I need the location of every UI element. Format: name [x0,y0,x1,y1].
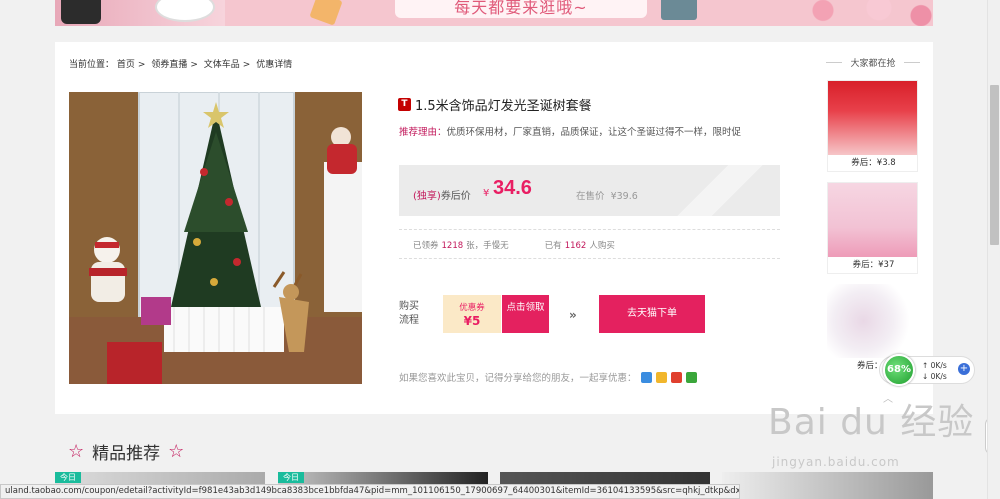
breadcrumb-item-current: 优惠详情 [256,60,293,70]
breadcrumb-item-home[interactable]: 首页 [117,60,135,70]
reason-label: 推荐理由： [399,127,447,138]
buyers-count: 1162 [564,241,587,251]
price-label: (独享)券后价 [413,187,471,202]
wechat-icon[interactable] [685,371,697,383]
recommend-title: 精品推荐 [92,444,161,464]
star-icon: ☆ [168,441,185,462]
product-title: T 1.5米含饰品灯发光圣诞树套餐 [398,95,592,114]
price-box-stripe [660,165,780,216]
share-text: 如果您喜欢此宝贝，记得分享给您的朋友，一起享优惠： [399,373,637,384]
coupons-claimed-label: 已领券 [413,241,439,251]
upload-speed-value: 0K/s [930,361,947,370]
download-speed: ↓ 0K/s [922,372,947,381]
share-row: 如果您喜欢此宝贝，记得分享给您的朋友，一起享优惠： [399,370,697,384]
banner-shirt-image [309,0,343,26]
breadcrumb: 当前位置： 首页 > 领券直播 > 文体车品 > 优惠详情 [69,57,292,70]
today-tag: 今日 [55,472,81,483]
currency-symbol: ¥ [483,188,490,199]
recommend-card[interactable] [722,472,933,499]
breadcrumb-separator: > [190,60,198,70]
price-box: (独享)券后价 ¥ 34.6 在售价 ¥39.6 [399,165,780,216]
breadcrumb-prefix: 当前位置： [69,60,115,70]
download-speed-value: 0K/s [930,372,947,381]
breadcrumb-item-live[interactable]: 领券直播 [151,60,187,70]
vertical-scrollbar[interactable] [987,0,1000,499]
qq-share-icon[interactable] [655,371,667,383]
buyers-suffix: 人购买 [589,241,615,251]
product-title-text: 1.5米含饰品灯发光圣诞树套餐 [415,99,592,114]
plus-icon[interactable]: + [958,363,970,375]
coupons-claimed-suffix: 张，手慢无 [466,241,509,251]
original-price: 在售价 ¥39.6 [576,188,638,202]
product-image[interactable] [69,92,362,384]
sales-stats: 已领券 1218 张，手慢无 已有 1162 人购买 [413,239,615,251]
today-tag: 今日 [278,472,304,483]
tmall-icon: T [398,98,411,111]
reason-text: 优质环保用材，厂家直销，品质保证，让这个圣诞过得不一样，限时促 [446,127,742,138]
sidebar-item-image [828,81,917,155]
double-arrow-icon: » [569,308,577,322]
sidebar-item-image [827,284,918,358]
tmall-order-button[interactable]: 去天猫下单 [599,295,705,333]
qzone-icon[interactable] [640,371,652,383]
star-icon: ☆ [68,441,85,462]
divider [399,229,780,230]
upload-speed: ↑ 0K/s [922,361,947,370]
sidebar-item-price: 券后：¥37 [852,260,895,270]
coupon-title: 优惠券 [459,303,485,313]
breadcrumb-item-category[interactable]: 文体车品 [204,60,240,70]
memory-percent[interactable]: 68% [883,354,915,386]
baidu-watermark-url: jingyan.baidu.com [772,455,900,469]
purchase-flow-label: 购买流程 [399,301,419,326]
coupon-price: 34.6 [493,177,532,199]
sidebar-title: 大家都在抢 [826,56,920,69]
divider [399,258,780,259]
sidebar-item-price: 券后：¥3.8 [851,158,896,168]
weibo-icon[interactable] [670,371,682,383]
coupon-card: 优惠券 ¥5 [443,295,501,333]
banner-pants-image [661,0,697,20]
buyers-label: 已有 [544,241,562,251]
exclusive-label: (独享) [413,191,441,202]
top-banner[interactable]: 每天都要来逛哦~ [55,0,933,26]
coupons-claimed-count: 1218 [441,241,464,251]
original-price-label: 在售价 [576,191,605,202]
recommend-heading: ☆ 精品推荐 ☆ [60,439,192,464]
sidebar-item[interactable]: 券后：¥3.8 [827,80,918,172]
original-price-value: ¥39.6 [610,191,638,202]
claim-coupon-button[interactable]: 点击领取 [502,295,549,333]
sidebar-item[interactable]: 券后：¥37 [827,182,918,274]
breadcrumb-separator: > [137,60,146,70]
banner-bag-image [61,0,101,24]
christmas-tree-photo [69,92,362,384]
coupon-value: ¥5 [463,314,481,328]
sidebar-item-image [828,183,917,257]
scrollbar-thumb[interactable] [990,85,999,245]
baidu-watermark: Bai du 经验 [768,402,975,443]
coupon-price-label: 券后价 [440,191,471,202]
banner-flowers-image [795,0,933,26]
recommend-reason: 推荐理由：优质环保用材，厂家直销，品质保证，让这个圣诞过得不一样，限时促 [399,124,741,138]
banner-text: 每天都要来逛哦~ [454,0,588,17]
status-bar-url: uland.taobao.com/coupon/edetail?activity… [0,484,740,499]
breadcrumb-separator: > [242,60,251,70]
